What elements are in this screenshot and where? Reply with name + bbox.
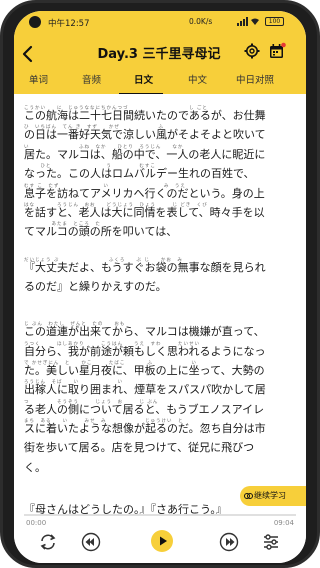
phone-frame: 中午12:57 0.0K/s 100 Day.3 三千里寻母记 单词 音频 日文… [0, 0, 320, 568]
reading-text-area[interactable]: こうかい に じゅうななにちかんつづ し ごと この航海は二十七日間続いたのである… [14, 94, 306, 514]
front-camera [29, 16, 41, 28]
status-bar: 中午12:57 0.0K/s 100 [14, 11, 306, 31]
app-screen: 中午12:57 0.0K/s 100 Day.3 三千里寻母记 单词 音频 日文… [14, 11, 306, 563]
tab-bilingual[interactable]: 中日对照 [236, 72, 274, 86]
text-line: てマルコの頭の所を叩いては、 [24, 225, 178, 238]
text-line: 『大丈夫だよ、もうすぐお袋の無事な顔を見られ [24, 261, 266, 274]
text-line: なった。この人はロムバルデー生れの百姓で、 [24, 167, 255, 180]
status-time: 中午12:57 [48, 19, 90, 29]
loop-icon[interactable] [38, 532, 58, 552]
gear-icon[interactable] [244, 43, 260, 59]
text-line: 居た。マルコは、船の中で、一人の老人に眤近に [24, 148, 266, 161]
tab-chinese[interactable]: 中文 [188, 72, 207, 86]
settings-sliders-icon[interactable] [261, 532, 281, 552]
tab-words[interactable]: 单词 [29, 72, 48, 86]
text-line: る老人の側について居ると、もうブエノスアイレ [24, 403, 265, 416]
battery-icon: 100 [265, 17, 284, 26]
next-icon[interactable] [219, 532, 239, 552]
text-line: この道連が出来てから、マルコは機嫌が直って、 [24, 325, 265, 338]
text-line: 自分ら、我が前途が頼もしく思われるようになっ [24, 345, 266, 358]
text-line: を話すと、老人は大に同情を表して、時々手を以 [24, 206, 265, 219]
player-controls [14, 526, 306, 563]
tab-japanese[interactable]: 日文 [134, 72, 153, 86]
battery-level: 100 [268, 18, 281, 25]
text-line: く。 [24, 461, 46, 474]
play-button[interactable] [151, 530, 173, 552]
text-line: 街を歩いて居る。店を見つけて、従兄に飛びつ [24, 441, 255, 454]
text-line: スに着いたような想像が起るのだ。忽ち自分は市 [24, 422, 266, 435]
previous-icon[interactable] [81, 532, 101, 552]
text-line: の日は一番好天気で涼しい風がそよそよと吹いて [24, 128, 266, 141]
continue-learning-button[interactable]: 继续学习 [240, 486, 306, 506]
text-line: 出稼人に取り囲まれ、煙草をスパスパ吹かして居 [24, 383, 266, 396]
link-icon [244, 493, 253, 499]
text-line: るのだ』と繰りかえすのだ。 [24, 280, 167, 293]
play-icon [160, 536, 167, 546]
text-line: この航海は二十七日間続いたのであるが、お仕舞 [24, 109, 266, 122]
text-line: 息子を訪ねてアメリカへ行くのだという。身の上 [24, 187, 265, 200]
tab-bar: 单词 音频 日文 中文 中日对照 [14, 69, 306, 91]
back-arrow-icon[interactable] [17, 43, 39, 65]
continue-learning-label: 继续学习 [254, 491, 286, 500]
page-title: Day.3 三千里寻母记 [97, 47, 221, 62]
calendar-icon[interactable] [268, 42, 286, 60]
status-net-speed: 0.0K/s [189, 17, 213, 26]
tab-audio[interactable]: 音频 [82, 72, 101, 86]
text-line: た。美しい星月夜に、甲板の上に坐って、大勢の [24, 364, 265, 377]
progress-track[interactable] [24, 514, 296, 516]
